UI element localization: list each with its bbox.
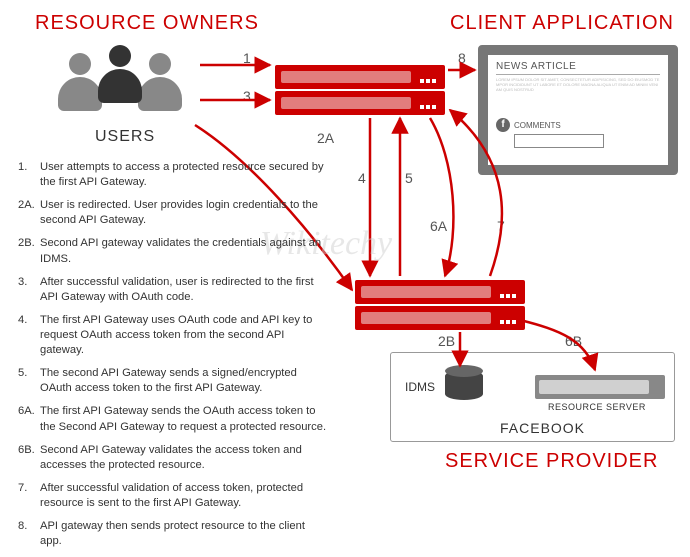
comments-label: COMMENTS — [514, 121, 561, 130]
step-6b: 6B.Second API Gateway validates the acce… — [18, 443, 328, 473]
idms-label: IDMS — [405, 380, 435, 394]
flow-label-4: 4 — [358, 170, 366, 186]
api-gateway-2 — [355, 280, 525, 304]
resource-server-icon — [535, 375, 665, 399]
flow-label-3: 3 — [243, 88, 251, 104]
step-4: 4.The first API Gateway uses OAuth code … — [18, 313, 328, 358]
api-gateway-2b — [355, 306, 525, 330]
api-gateway-1b — [275, 91, 445, 115]
step-3: 3.After successful validation, user is r… — [18, 275, 328, 305]
steps-list: 1.User attempts to access a protected re… — [18, 160, 328, 557]
flow-label-6a: 6A — [430, 218, 447, 234]
step-2a: 2A.User is redirected. User provides log… — [18, 198, 328, 228]
flow-label-2a: 2A — [317, 130, 334, 146]
news-article-header: NEWS ARTICLE — [496, 61, 660, 75]
flow-label-7: 7 — [497, 218, 505, 234]
news-article-body: LOREM IPSUM DOLOR SIT AMET, CONSECTETUR … — [496, 78, 660, 114]
facebook-label: FACEBOOK — [500, 420, 585, 436]
resource-server-label: RESOURCE SERVER — [548, 402, 646, 412]
step-7: 7.After successful validation of access … — [18, 481, 328, 511]
title-client-application: CLIENT APPLICATION — [450, 12, 674, 35]
users-label: USERS — [95, 128, 155, 146]
flow-label-5: 5 — [405, 170, 413, 186]
comments-input[interactable] — [514, 134, 604, 148]
idms-database-icon — [445, 370, 483, 406]
title-resource-owners: RESOURCE OWNERS — [35, 12, 259, 35]
api-gateway-1 — [275, 65, 445, 89]
step-1: 1.User attempts to access a protected re… — [18, 160, 328, 190]
title-service-provider: SERVICE PROVIDER — [445, 450, 658, 473]
step-6a: 6A.The first API Gateway sends the OAuth… — [18, 404, 328, 434]
flow-label-2b: 2B — [438, 333, 455, 349]
flow-label-8: 8 — [458, 50, 466, 66]
step-2b: 2B.Second API gateway validates the cred… — [18, 236, 328, 266]
client-app-window: NEWS ARTICLE LOREM IPSUM DOLOR SIT AMET,… — [478, 45, 678, 175]
users-icon — [55, 45, 195, 125]
step-5: 5.The second API Gateway sends a signed/… — [18, 366, 328, 396]
flow-label-1: 1 — [243, 50, 251, 66]
step-8: 8.API gateway then sends protect resourc… — [18, 519, 328, 549]
facebook-icon: f — [496, 118, 510, 132]
flow-label-6b: 6B — [565, 333, 582, 349]
